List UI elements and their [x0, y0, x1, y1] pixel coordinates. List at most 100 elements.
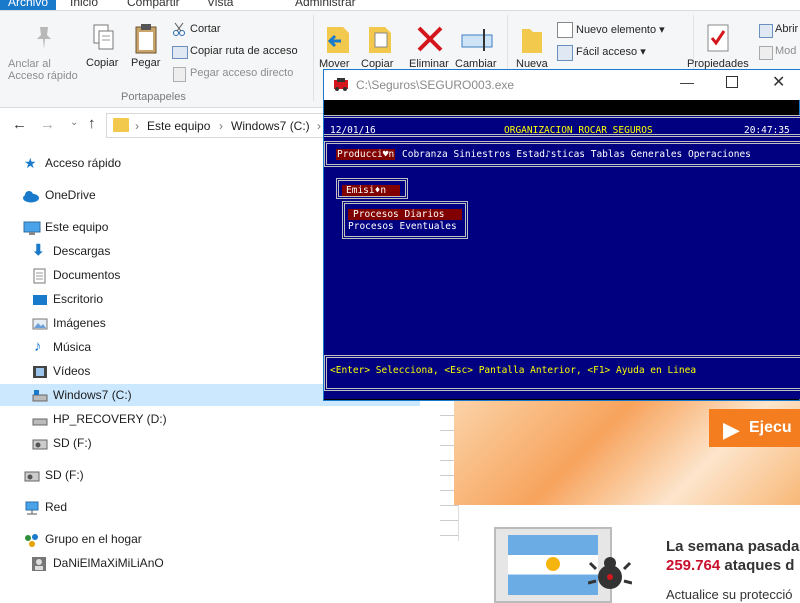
breadcrumb-windows7[interactable]: Windows7 (C:)	[231, 119, 310, 133]
tab-archivo[interactable]: Archivo	[0, 0, 56, 10]
nav-label: OneDrive	[45, 188, 96, 202]
nav-label: SD (F:)	[45, 468, 84, 482]
nav-label: Imágenes	[53, 316, 106, 330]
nav-label: Música	[53, 340, 92, 354]
copy-icon	[92, 23, 116, 53]
tab-administrar[interactable]: Administrar	[295, 0, 356, 10]
copy-path-icon	[172, 46, 188, 59]
nav-label: Descargas	[53, 244, 111, 258]
back-arrow-icon[interactable]: ←	[12, 116, 27, 133]
easy-access-icon	[557, 45, 573, 61]
bug-icon	[587, 551, 633, 595]
console-status-line: <Enter> Selecciona, <Esc> Pantalla Anter…	[330, 365, 697, 376]
recent-locations-chevron-icon[interactable]: ⌄	[70, 117, 78, 128]
up-arrow-icon[interactable]: ↑	[88, 115, 96, 132]
open-button[interactable]: Abrir	[775, 23, 798, 35]
nav-item-grupo-hogar[interactable]: Grupo en el hogar	[0, 528, 420, 550]
close-button[interactable]: ✕	[772, 72, 785, 92]
computer-icon	[23, 220, 41, 235]
nav-label: SD (F:)	[53, 436, 92, 450]
submenu-emision[interactable]: Emisi♦n	[342, 185, 400, 196]
nav-label: Grupo en el hogar	[45, 532, 142, 546]
network-icon	[24, 500, 40, 515]
ribbon-separator	[313, 15, 314, 101]
tab-compartir[interactable]: Compartir	[127, 0, 180, 10]
easy-access-label: Fácil acceso	[576, 46, 638, 58]
nav-label: Escritorio	[53, 292, 104, 306]
play-icon: ▶	[723, 417, 740, 442]
open-icon	[759, 24, 773, 38]
homegroup-icon	[24, 532, 40, 547]
pin-quick-access-button[interactable]: Anclar al	[8, 58, 51, 70]
new-item-label: Nuevo elemento	[576, 24, 657, 36]
copy-button[interactable]: Copiar	[86, 57, 118, 69]
sun-of-may-icon	[546, 557, 560, 571]
nav-label: Acceso rápido	[45, 156, 122, 170]
nav-label: DaNiElMaXiMiLiAnO	[53, 556, 164, 570]
desktop-icon	[32, 292, 48, 306]
attack-count: 259.764	[666, 557, 721, 574]
modify-icon	[759, 46, 773, 60]
move-to-icon	[325, 23, 351, 55]
document-icon	[33, 268, 49, 284]
nav-label: Windows7 (C:)	[53, 388, 132, 402]
breadcrumb-separator: ›	[135, 119, 139, 133]
delete-icon	[416, 25, 444, 53]
nav-item-user[interactable]: DaNiElMaXiMiLiAnO	[0, 552, 420, 574]
maximize-button[interactable]	[726, 76, 738, 88]
properties-icon	[706, 23, 730, 53]
drive-icon	[32, 412, 48, 426]
tab-vista[interactable]: Vista	[207, 0, 233, 10]
nav-label: HP_RECOVERY (D:)	[53, 412, 167, 426]
paste-shortcut-button[interactable]: Pegar acceso directo	[190, 67, 293, 79]
sd-drive-icon	[32, 436, 48, 450]
web-run-button-label: Ejecu	[749, 419, 792, 436]
sd-drive-icon	[24, 468, 40, 482]
modify-button[interactable]: Mod	[775, 45, 796, 57]
breadcrumb-este-equipo[interactable]: Este equipo	[147, 119, 210, 133]
new-item-button[interactable]: Nuevo elemento ▾	[576, 23, 665, 36]
paste-shortcut-icon	[173, 67, 186, 82]
video-icon	[32, 364, 48, 378]
pictures-icon	[32, 316, 48, 330]
web-run-button[interactable]: ▶ Ejecu	[709, 409, 800, 447]
app-icon	[332, 77, 350, 91]
procesos-frame	[342, 201, 468, 239]
ribbon-tab-bar: Archivo Inicio Compartir Vista Administr…	[0, 0, 800, 11]
music-icon: ♪	[34, 338, 42, 355]
nav-label: Vídeos	[53, 364, 91, 378]
procesos-diarios-option[interactable]: Procesos Diarios	[348, 209, 462, 220]
paste-button[interactable]: Pegar	[131, 57, 160, 69]
background-web-page: ▶ Ejecu La semana pasada 259.764 ataques…	[420, 401, 800, 603]
argentina-flag-image	[508, 535, 598, 595]
nav-label: Documentos	[53, 268, 121, 282]
console-date: 12/01/16	[330, 125, 376, 136]
pin-icon	[34, 25, 54, 51]
rename-icon	[460, 27, 496, 53]
cut-button[interactable]: Cortar	[190, 23, 221, 35]
new-folder-icon	[520, 23, 544, 55]
easy-access-button[interactable]: Fácil acceso ▾	[576, 45, 646, 58]
user-icon	[32, 556, 48, 571]
web-headline: La semana pasada	[666, 538, 800, 555]
nav-item-red[interactable]: Red	[0, 496, 420, 518]
web-headline-rest: ataques d	[724, 557, 795, 574]
nav-item-sd-f-1[interactable]: SD (F:)	[0, 432, 420, 454]
breadcrumb-separator: ›	[219, 119, 223, 133]
nav-item-sd-f-2[interactable]: SD (F:)	[0, 464, 420, 486]
minimize-button[interactable]: —	[680, 74, 694, 90]
new-item-icon	[557, 22, 573, 38]
console-title-bar[interactable]: C:\Seguros\SEGURO003.exe — ✕	[324, 70, 800, 100]
nav-item-hp-recovery[interactable]: HP_RECOVERY (D:)	[0, 408, 420, 430]
address-bar[interactable]: › Este equipo › Windows7 (C:) ›	[106, 113, 348, 138]
tab-inicio[interactable]: Inicio	[70, 0, 98, 10]
forward-arrow-icon[interactable]: →	[40, 116, 55, 133]
clipboard-group-label: Portapapeles	[121, 91, 186, 103]
menu-options[interactable]: Cobranza Siniestros Estad♪sticas Tablas …	[402, 149, 751, 160]
scissors-icon	[172, 22, 186, 36]
copy-path-button[interactable]: Copiar ruta de acceso	[190, 45, 298, 57]
procesos-eventuales-option[interactable]: Procesos Eventuales	[348, 221, 457, 232]
folder-icon	[113, 118, 129, 132]
copy-to-icon	[367, 23, 393, 55]
menu-produccion[interactable]: Producci♥n	[336, 149, 396, 160]
